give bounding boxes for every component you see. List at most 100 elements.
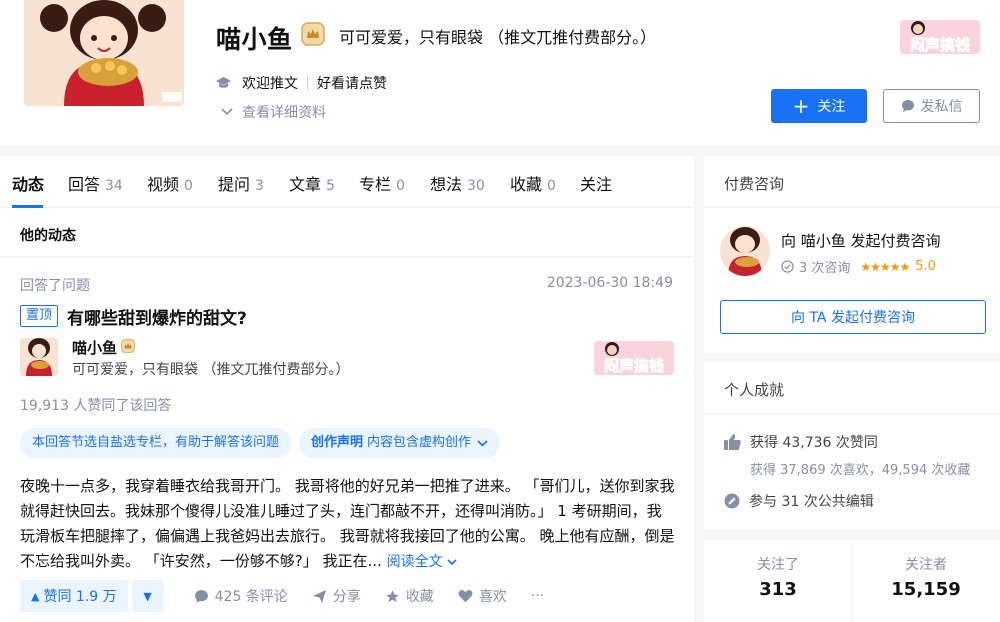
edit-icon: [724, 493, 740, 509]
brand-logo: 闷声搞钱: [900, 16, 980, 62]
tab-videos[interactable]: 视频 0: [147, 171, 193, 195]
read-more-link[interactable]: 阅读全文: [387, 554, 457, 570]
tab-pins[interactable]: 想法 30: [430, 171, 485, 195]
profile-headline: 可可爱爱，只有眼袋 （推文兀推付费部分。）: [339, 28, 657, 47]
claim-text: 内容包含虚构创作: [367, 435, 472, 450]
collect-button[interactable]: 收藏: [385, 586, 434, 606]
excerpt-text: 夜晚十一点多，我穿着睡衣给我哥开门。 我哥将他的好兄弟一把推了进来。 「哥们儿，…: [20, 477, 675, 570]
question-title[interactable]: 有哪些甜到爆炸的甜文?: [67, 304, 247, 329]
details-link-label: 查看详细资料: [242, 105, 326, 121]
profile-header: 喵小鱼 可可爱爱，只有眼袋 （推文兀推付费部分。） 闷声搞钱 欢迎推文 好看请点…: [0, 0, 1000, 146]
feed-timestamp: 2023-06-30 18:49: [546, 275, 673, 291]
chevron-down-icon: [221, 108, 233, 116]
plus-icon: +: [792, 94, 810, 118]
consult-invite: 向 喵小鱼 发起付费咨询: [781, 232, 941, 250]
following-label: 关注了: [757, 557, 799, 573]
following-count: 313: [759, 579, 797, 600]
profile-tabs: 动态 回答 34 视频 0 提问 3 文章 5 专栏 0 想法 30 收藏 0 关注: [0, 156, 694, 208]
creation-claim-pill[interactable]: 创作声明 内容包含虚构创作: [299, 428, 501, 458]
column-note-pill[interactable]: 本回答节选自盐选专栏，有助于解答该问题: [20, 428, 292, 458]
profile-name: 喵小鱼: [216, 25, 293, 54]
heart-icon: [458, 590, 473, 603]
following-stat[interactable]: 关注了 313: [704, 554, 852, 600]
comments-button[interactable]: 425 条评论: [194, 586, 288, 606]
achievement-edits: 参与 31 次公共编辑: [724, 491, 874, 511]
tab-questions[interactable]: 提问 3: [218, 171, 264, 195]
triangle-down-icon: ▼: [143, 589, 152, 603]
start-consult-button[interactable]: 向 TA 发起付费咨询: [720, 300, 986, 334]
share-button[interactable]: 分享: [312, 586, 361, 606]
tab-activity[interactable]: 动态: [12, 171, 44, 195]
divider: [704, 413, 1000, 414]
author-headline: 可可爱爱，只有眼袋 （推文兀推付费部分。）: [72, 362, 350, 378]
downvote-button[interactable]: ▼: [131, 580, 164, 612]
profile-cover-avatar[interactable]: [24, 0, 184, 106]
feed-action: 回答了问题: [20, 278, 90, 294]
chevron-down-icon: [477, 439, 488, 447]
follow-stats-card: 关注了 313 关注者 15,159: [704, 540, 1000, 622]
author-name[interactable]: 喵小鱼: [72, 337, 117, 358]
tab-following[interactable]: 关注: [580, 171, 612, 195]
answer-actions: ▲ 赞同 1.9 万 ▼ 425 条评论 分享 收藏 喜欢 ···: [20, 580, 680, 612]
rating-score: 5.0: [915, 259, 936, 274]
profile-welcome: 欢迎推文: [242, 76, 298, 92]
profile-likes-note: 好看请点赞: [317, 76, 387, 92]
tab-columns[interactable]: 专栏 0: [359, 171, 405, 195]
svg-text:闷声搞钱: 闷声搞钱: [910, 36, 970, 54]
tab-answers[interactable]: 回答 34: [68, 171, 123, 195]
like-label: 喜欢: [478, 589, 507, 605]
author-avatar[interactable]: [20, 338, 58, 376]
active-tab-indicator: [12, 205, 43, 208]
rating-stars: ★★★★★: [860, 259, 910, 274]
card-title: 付费咨询: [724, 175, 785, 193]
chat-bubble-icon: [901, 100, 914, 112]
card-title: 个人成就: [724, 381, 785, 399]
achievement-upvotes: 获得 43,736 次赞同: [724, 432, 878, 452]
share-label: 分享: [332, 589, 361, 605]
share-icon: [312, 589, 326, 603]
achievements-card: 个人成就 获得 43,736 次赞同 获得 37,869 次喜欢，49,594 …: [704, 362, 1000, 530]
message-button-label: 发私信: [920, 99, 963, 115]
brand-logo: 闷声搞钱: [594, 337, 674, 383]
collect-label: 收藏: [405, 589, 434, 605]
followers-stat[interactable]: 关注者 15,159: [852, 554, 1000, 600]
upvote-label: 赞同 1.9 万: [43, 589, 117, 605]
tab-collections[interactable]: 收藏 0: [510, 171, 556, 195]
paid-consult-card: 付费咨询 向 喵小鱼 发起付费咨询 3 次咨询 ★★★★★ 5.0 向 TA 发…: [704, 156, 1000, 353]
more-icon: ···: [530, 588, 545, 604]
main-content: 动态 回答 34 视频 0 提问 3 文章 5 专栏 0 想法 30 收藏 0 关注 他的动态…: [0, 156, 694, 622]
achievement-likes-collects: 获得 37,869 次喜欢，49,594 次收藏: [750, 463, 971, 478]
graduation-cap-icon: [216, 77, 231, 88]
view-details-link[interactable]: 查看详细资料: [221, 102, 326, 122]
edits-text: 参与 31 次公共编辑: [749, 494, 874, 510]
upvotes-text: 获得 43,736 次赞同: [750, 435, 878, 451]
followers-label: 关注者: [905, 557, 947, 573]
like-button[interactable]: 喜欢: [458, 586, 507, 606]
consult-count: 3 次咨询: [799, 261, 851, 276]
triangle-up-icon: ▲: [31, 589, 40, 603]
comments-label: 425 条评论: [214, 589, 288, 605]
consult-meta: 3 次咨询 ★★★★★ 5.0: [781, 257, 936, 276]
chevron-down-icon: [447, 559, 457, 566]
divider: [704, 207, 1000, 208]
upvote-button[interactable]: ▲ 赞同 1.9 万: [20, 580, 128, 612]
pinned-badge: 置顶: [20, 305, 59, 327]
follow-button[interactable]: + 关注: [771, 89, 867, 123]
claim-label: 创作声明: [311, 435, 364, 450]
profile-info-row: 欢迎推文 好看请点赞: [216, 73, 387, 93]
tab-articles[interactable]: 文章 5: [289, 171, 335, 195]
upvote-summary: 19,913 人赞同了该回答: [20, 398, 172, 414]
creator-badge-icon: [121, 338, 135, 357]
divider: [307, 76, 308, 90]
more-button[interactable]: ···: [531, 588, 544, 604]
divider: [0, 256, 694, 257]
send-message-button[interactable]: 发私信: [883, 89, 980, 123]
check-circle-icon: [781, 260, 794, 273]
creator-badge-icon[interactable]: [301, 22, 325, 50]
section-title: 他的动态: [20, 228, 76, 244]
svg-text:闷声搞钱: 闷声搞钱: [604, 357, 664, 375]
consult-avatar[interactable]: [720, 226, 770, 276]
answer-excerpt[interactable]: 夜晚十一点多，我穿着睡衣给我哥开门。 我哥将他的好兄弟一把推了进来。 「哥们儿，…: [20, 474, 676, 575]
star-icon: [386, 589, 399, 602]
thumbs-up-icon: [724, 434, 741, 450]
